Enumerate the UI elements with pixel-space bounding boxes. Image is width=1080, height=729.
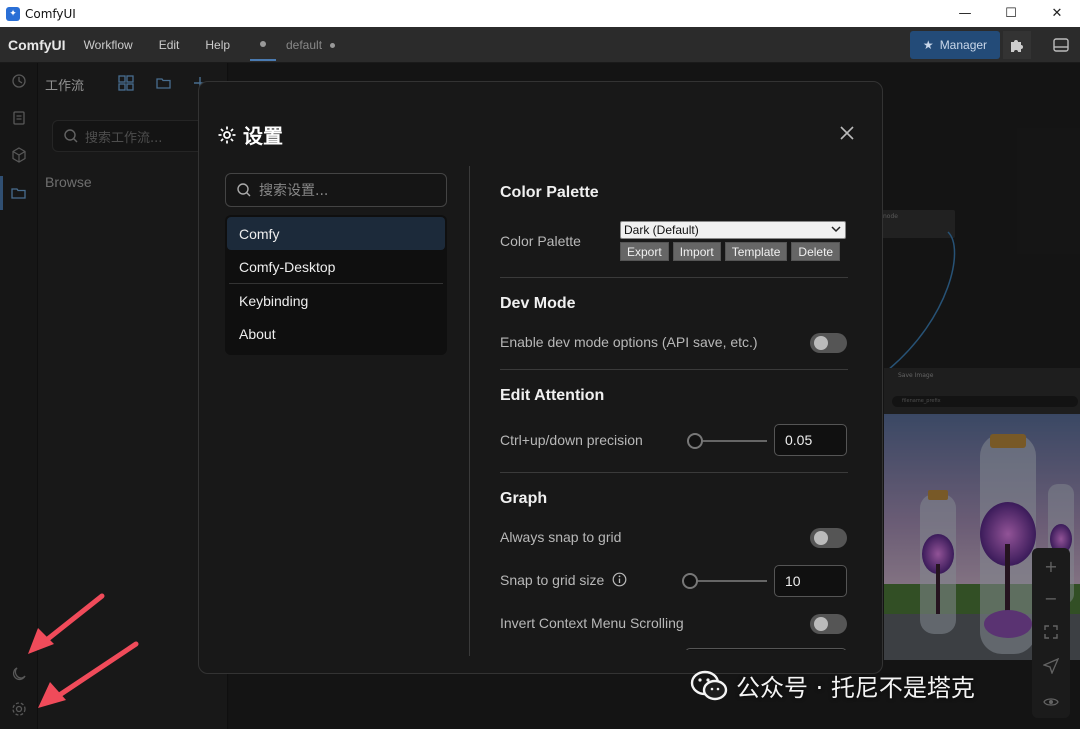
tab-default-label: default (286, 38, 323, 52)
section-divider (500, 277, 848, 278)
watermark: 公众号 · 托尼不是塔克 (690, 668, 975, 703)
settings-search-input[interactable]: 搜索设置... (225, 173, 447, 207)
menu-bar: ComfyUI Workflow Edit Help default ★ Man… (0, 27, 1080, 63)
maximize-button[interactable]: ☐ (988, 0, 1034, 27)
settings-pane: Color Palette Color Palette Dark (Defaul… (500, 170, 850, 650)
panel-layout-icon (1053, 38, 1069, 52)
section-title-color-palette: Color Palette (500, 184, 599, 201)
tab-dot-icon (330, 42, 336, 48)
settings-category-list: Comfy Comfy-Desktop Keybinding About (225, 215, 447, 355)
section-divider (500, 472, 848, 473)
manager-button[interactable]: ★ Manager (910, 31, 1000, 59)
snap-to-grid-label: Always snap to grid (500, 529, 622, 545)
toggle-knob (814, 617, 828, 631)
settings-search-placeholder: 搜索设置... (259, 183, 329, 199)
wechat-icon (690, 670, 728, 700)
section-title-edit-attention: Edit Attention (500, 387, 605, 404)
precision-input[interactable]: 0.05 (774, 424, 847, 456)
dev-mode-toggle[interactable] (810, 333, 847, 353)
import-palette-button[interactable]: Import (672, 242, 721, 261)
brand-logo-text: ComfyUI (8, 36, 66, 53)
gear-icon (218, 126, 236, 143)
dialog-divider (469, 166, 470, 656)
section-divider (500, 369, 848, 370)
close-dialog-button[interactable] (837, 123, 857, 143)
palette-actions: Export Import Template Delete (620, 242, 844, 261)
color-palette-selected: Dark (Default) (624, 223, 699, 237)
toggle-knob (814, 531, 828, 545)
category-comfy[interactable]: Comfy (227, 217, 445, 250)
chevron-down-icon (831, 226, 841, 233)
unsaved-dot-icon (260, 41, 266, 47)
slider-thumb[interactable] (682, 573, 698, 589)
toggle-knob (814, 336, 828, 350)
category-about[interactable]: About (227, 317, 445, 350)
invert-scroll-label: Invert Context Menu Scrolling (500, 615, 684, 631)
template-palette-button[interactable]: Template (724, 242, 788, 261)
dialog-title-text: 设置 (243, 124, 283, 148)
tab-default[interactable]: default (276, 29, 345, 61)
window-title: ComfyUI (25, 6, 76, 21)
invert-scroll-toggle[interactable] (810, 614, 847, 634)
partial-setting-control[interactable] (685, 648, 847, 650)
settings-dialog: 设置 搜索设置... Comfy Comfy-Desktop Keybindin… (198, 81, 883, 674)
workflow-tabs: default (250, 29, 345, 61)
manager-label: Manager (939, 38, 988, 52)
delete-palette-button[interactable]: Delete (791, 242, 841, 261)
section-title-graph: Graph (500, 490, 548, 507)
color-palette-label: Color Palette (500, 233, 581, 249)
snap-to-grid-toggle[interactable] (810, 528, 847, 548)
precision-label: Ctrl+up/down precision (500, 432, 643, 448)
dev-mode-label: Enable dev mode options (API save, etc.) (500, 334, 758, 350)
extensions-button[interactable] (1003, 31, 1031, 59)
info-icon[interactable] (612, 572, 627, 587)
star-icon: ★ (922, 38, 934, 52)
export-palette-button[interactable]: Export (620, 242, 669, 261)
annotation-arrow-settings (38, 641, 139, 708)
close-window-button[interactable]: ✕ (1034, 0, 1080, 27)
window-titlebar: ✦ ComfyUI — ☐ ✕ (0, 0, 1080, 27)
menu-help[interactable]: Help (205, 38, 230, 52)
window-controls: — ☐ ✕ (942, 0, 1080, 27)
grid-size-label: Snap to grid size (500, 572, 605, 588)
comfyui-app-icon: ✦ (6, 6, 20, 21)
precision-slider[interactable] (687, 431, 767, 451)
menu-edit[interactable]: Edit (159, 38, 180, 52)
search-icon (237, 183, 251, 197)
grid-size-input[interactable]: 10 (774, 565, 847, 597)
dialog-title: 设置 (217, 120, 283, 149)
minimize-button[interactable]: — (942, 0, 988, 27)
watermark-text: 公众号 · 托尼不是塔克 (736, 674, 975, 702)
menu-workflow[interactable]: Workflow (84, 38, 133, 52)
category-comfy-desktop[interactable]: Comfy-Desktop (227, 250, 445, 283)
grid-size-label-row: Snap to grid size (500, 572, 627, 588)
section-title-dev-mode: Dev Mode (500, 295, 576, 312)
slider-thumb[interactable] (687, 433, 703, 449)
close-icon (840, 126, 854, 140)
grid-size-slider[interactable] (682, 571, 767, 591)
color-palette-select[interactable]: Dark (Default) (620, 221, 846, 239)
tab-unsaved-indicator[interactable] (250, 29, 276, 61)
puzzle-icon (1011, 40, 1023, 52)
category-keybinding[interactable]: Keybinding (227, 284, 445, 317)
toggle-panel-button[interactable] (1048, 33, 1074, 57)
